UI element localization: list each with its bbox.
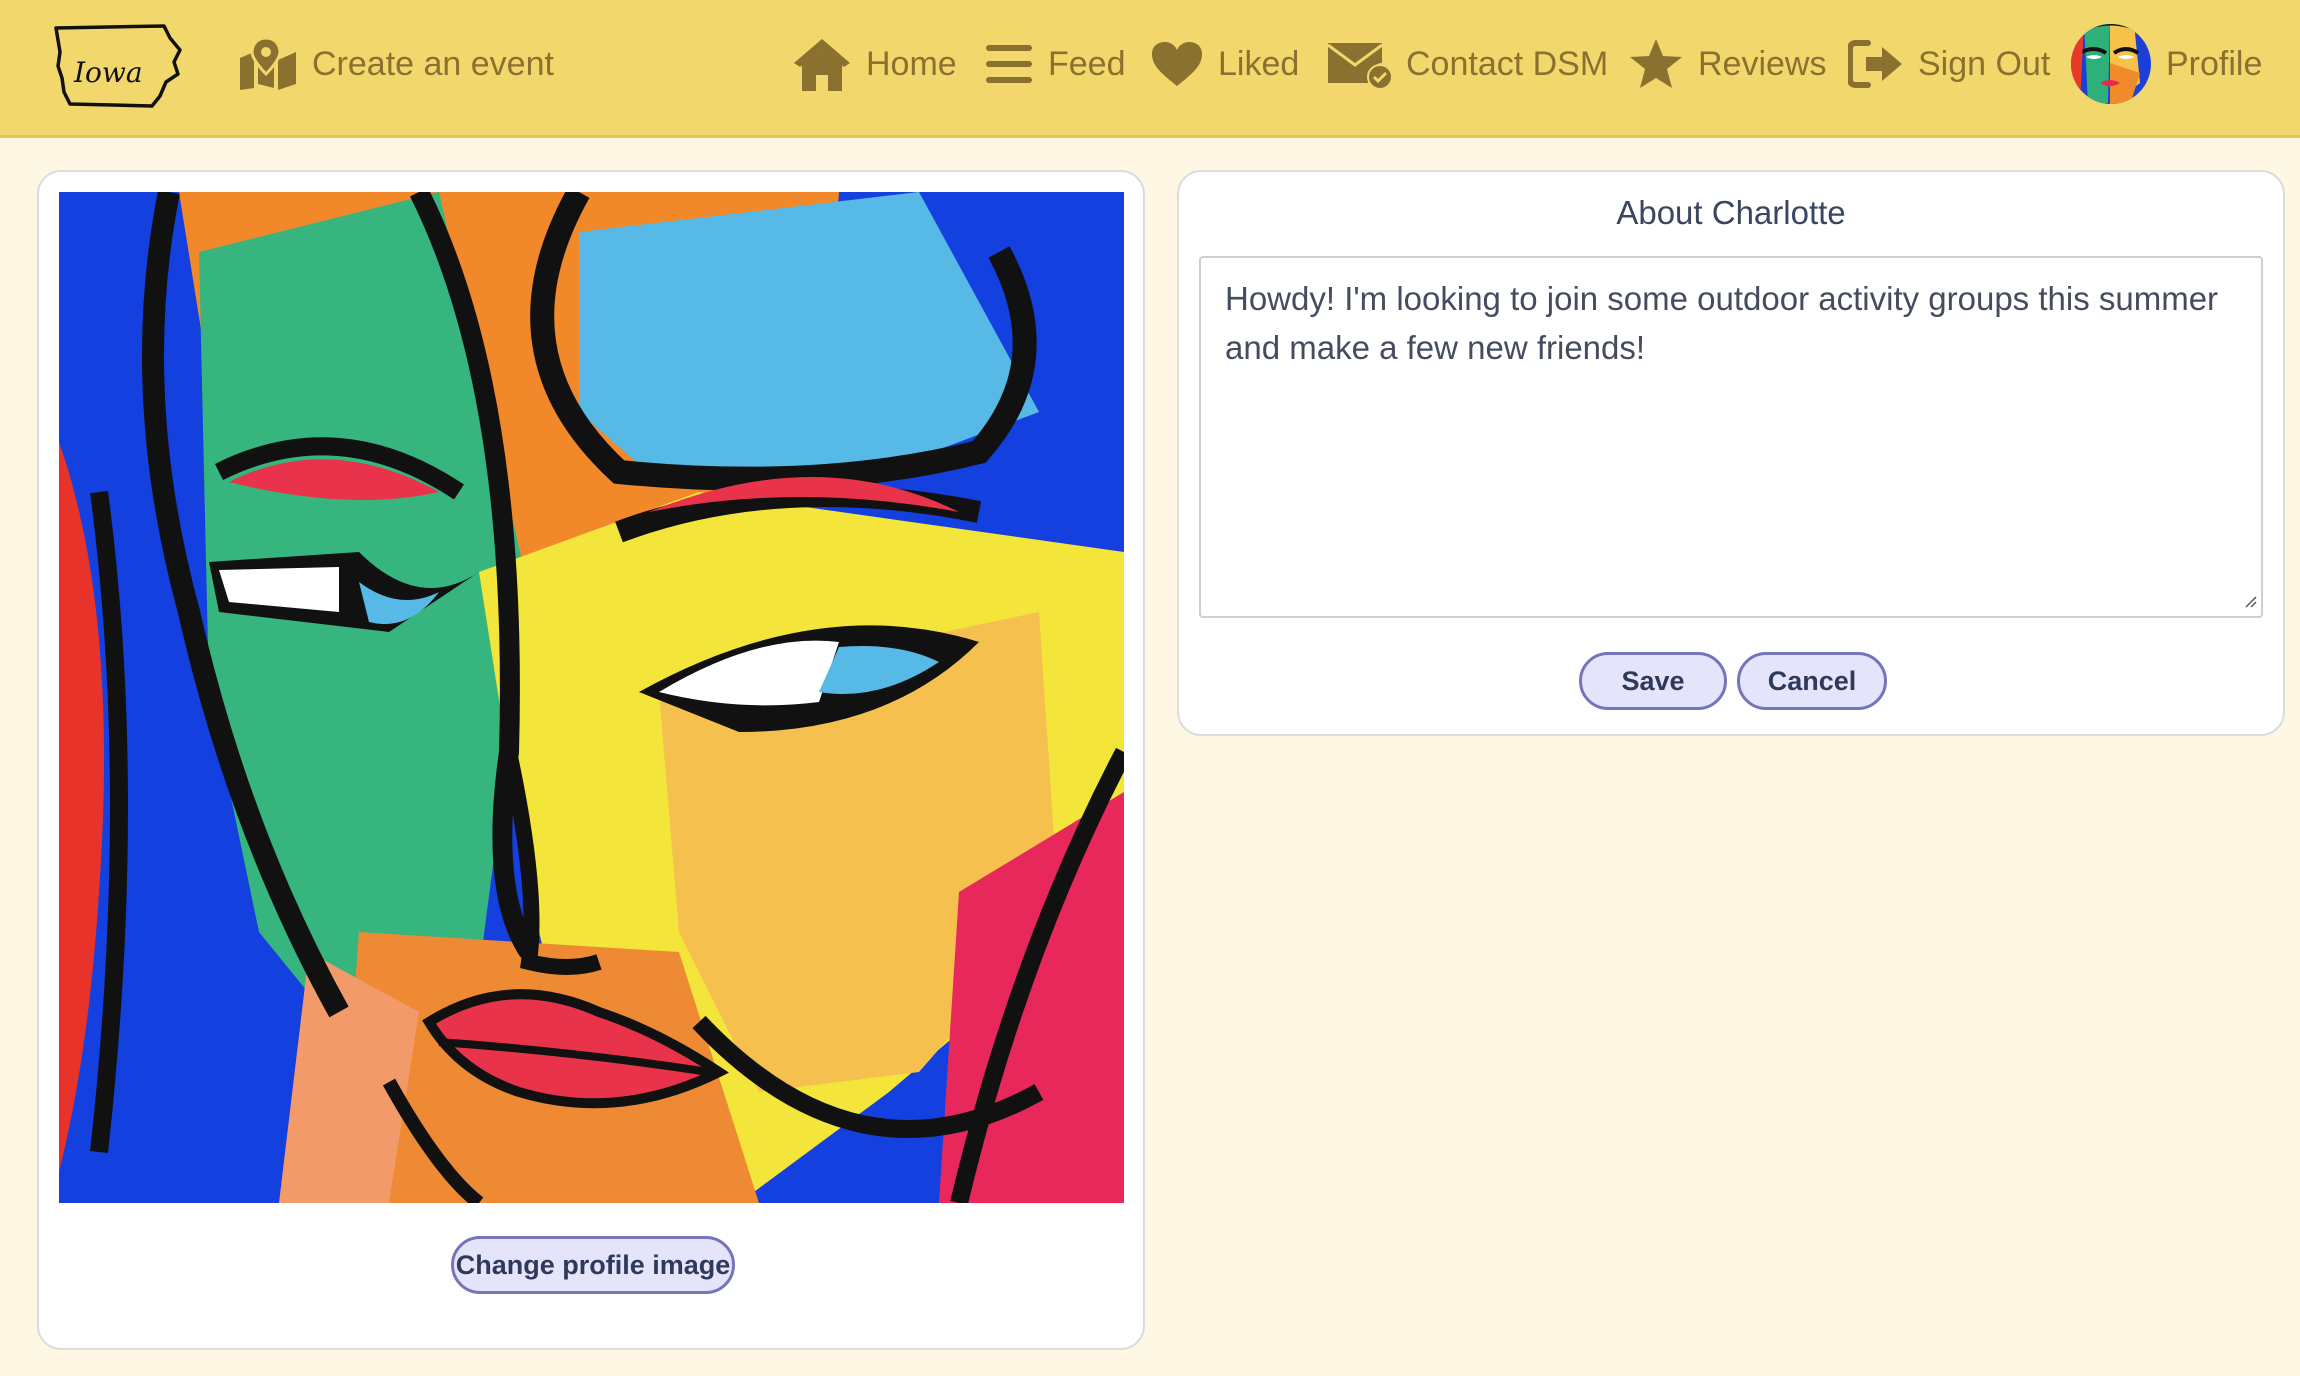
avatar	[2071, 24, 2151, 104]
profile-image	[59, 192, 1124, 1203]
nav-liked[interactable]: Liked	[1150, 30, 1299, 98]
nav-feed-label: Feed	[1048, 44, 1126, 83]
nav-create-event-label: Create an event	[312, 44, 554, 83]
nav-reviews[interactable]: Reviews	[1628, 30, 1826, 98]
nav-reviews-label: Reviews	[1698, 44, 1827, 83]
nav-contact-dsm-label: Contact DSM	[1406, 44, 1609, 83]
resize-handle-icon[interactable]	[2243, 594, 2257, 608]
bars-icon	[986, 45, 1032, 83]
logo-text: Iowa	[73, 56, 143, 89]
save-button[interactable]: Save	[1579, 652, 1727, 710]
nav-home-label: Home	[866, 44, 957, 83]
iowa-state-outline-icon: Iowa	[54, 24, 182, 108]
nav-contact-dsm[interactable]: Contact DSM	[1326, 30, 1608, 98]
heart-icon	[1152, 42, 1202, 86]
cancel-button[interactable]: Cancel	[1737, 652, 1887, 710]
star-icon	[1630, 39, 1682, 88]
about-title: About Charlotte	[1616, 194, 1846, 231]
top-navbar: Iowa Create an event Home Feed Liked Con…	[0, 0, 2300, 138]
nav-profile-label: Profile	[2166, 44, 2263, 83]
about-card: About Charlotte Howdy! I'm looking to jo…	[1177, 170, 2285, 736]
bio-textarea[interactable]: Howdy! I'm looking to join some outdoor …	[1199, 256, 2263, 618]
nav-profile[interactable]: Profile	[2070, 24, 2263, 104]
nav-home[interactable]: Home	[792, 30, 957, 98]
nav-feed[interactable]: Feed	[984, 30, 1126, 98]
iowa-logo[interactable]: Iowa	[52, 22, 184, 110]
nav-liked-label: Liked	[1218, 44, 1300, 83]
nav-sign-out-label: Sign Out	[1918, 44, 2051, 83]
nav-sign-out[interactable]: Sign Out	[1848, 30, 2050, 98]
change-profile-image-button[interactable]: Change profile image	[451, 1236, 735, 1294]
envelope-check-icon	[1327, 43, 1392, 89]
nav-create-event[interactable]: Create an event	[238, 30, 554, 98]
home-icon	[794, 39, 850, 91]
profile-image-card: Change profile image	[37, 170, 1145, 1350]
map-pin-icon	[240, 38, 296, 90]
sign-out-icon	[1848, 40, 1902, 88]
